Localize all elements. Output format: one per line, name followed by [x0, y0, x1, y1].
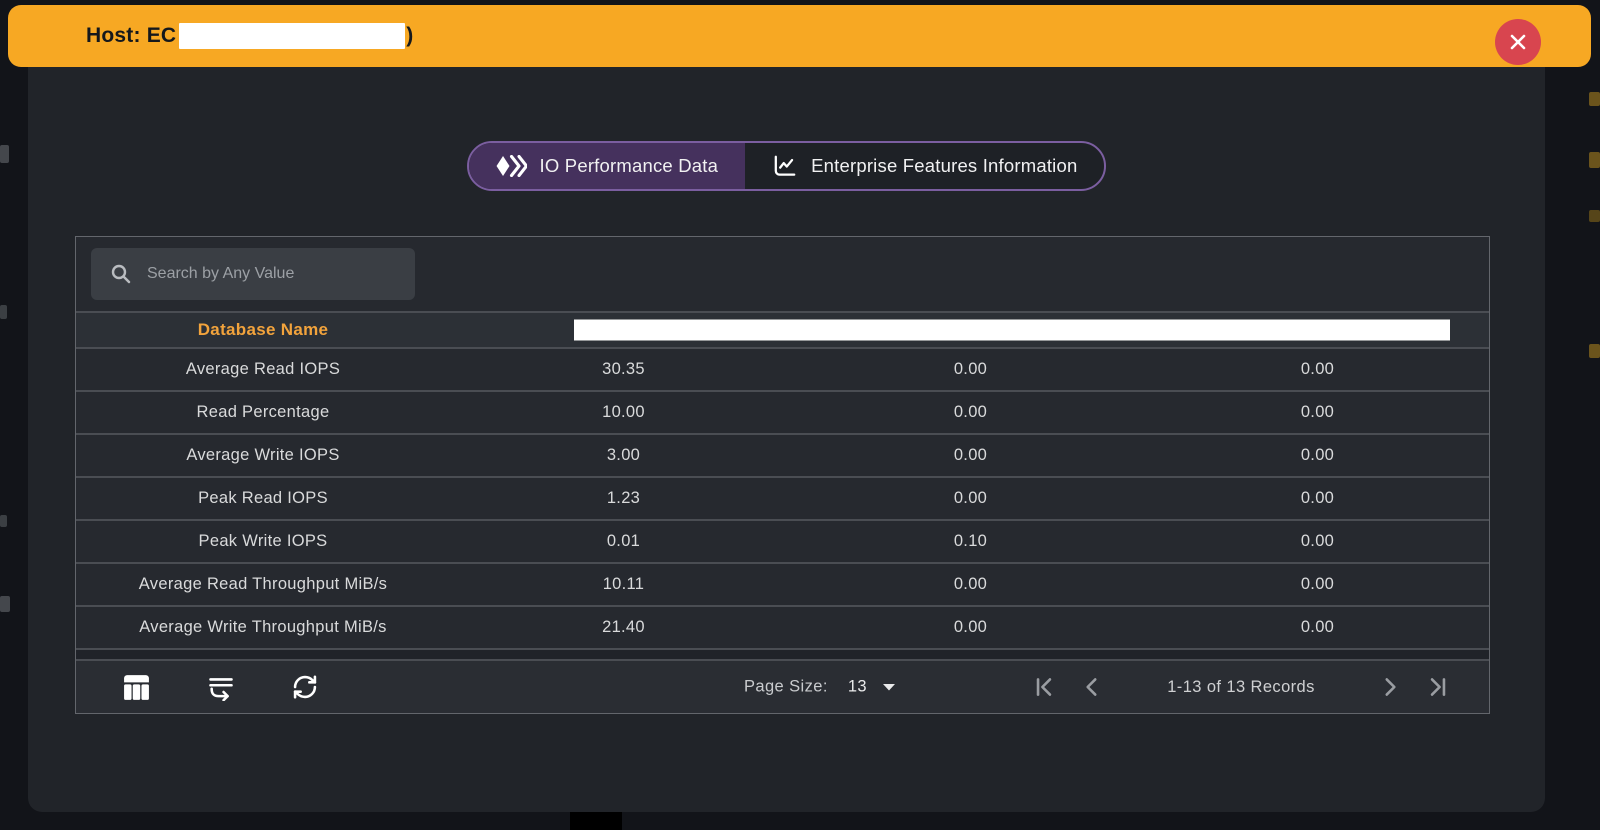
table-tools	[122, 673, 319, 701]
row-value: 0.01	[450, 532, 797, 551]
table-row: Peak Read IOPS 1.23 0.00 0.00	[76, 478, 1489, 521]
row-value: 21.40	[450, 618, 797, 637]
row-value: 10.11	[450, 575, 797, 594]
columns-button[interactable]	[122, 673, 151, 701]
modal-header: Host: EC )	[8, 5, 1591, 67]
row-value: 0.00	[797, 575, 1144, 594]
background-artifact	[1589, 210, 1600, 222]
records-range-text: 1-13 of 13 Records	[1157, 678, 1325, 697]
modal-title: Host: EC )	[86, 23, 413, 49]
row-value: 1.23	[450, 489, 797, 508]
row-value: 0.00	[1144, 403, 1491, 422]
table-row: Peak Write IOPS 0.01 0.10 0.00	[76, 521, 1489, 564]
row-label: Peak Read IOPS	[76, 489, 450, 508]
row-label: Read Percentage	[76, 403, 450, 422]
row-label: Average Read Throughput MiB/s	[76, 575, 450, 594]
column-header-database-name: Database Name	[76, 320, 450, 340]
row-value: 0.00	[1144, 532, 1491, 551]
first-page-icon	[1031, 674, 1057, 700]
modal-title-tail: )	[406, 24, 413, 48]
host-modal: IO Performance Data Enterprise Features …	[28, 67, 1545, 812]
tab-label: IO Performance Data	[540, 155, 719, 177]
row-label: Peak Write IOPS	[76, 532, 450, 551]
row-group-icon	[207, 673, 235, 701]
background-artifact	[0, 515, 7, 527]
tab-bar: IO Performance Data Enterprise Features …	[467, 141, 1107, 191]
table-row: Average Read Throughput MiB/s 10.11 0.00…	[76, 564, 1489, 607]
refresh-icon	[291, 673, 319, 701]
row-label: Average Read IOPS	[76, 360, 450, 379]
row-label: Average Write Throughput MiB/s	[76, 618, 450, 637]
refresh-button[interactable]	[291, 673, 319, 701]
line-chart-icon	[772, 153, 798, 179]
tab-label: Enterprise Features Information	[811, 155, 1077, 177]
close-icon	[1508, 32, 1528, 52]
background-artifact	[1589, 92, 1600, 106]
table-row: Average Write Throughput MiB/s 21.40 0.0…	[76, 607, 1489, 650]
row-value: 0.00	[797, 489, 1144, 508]
page-size-control: Page Size: 13	[744, 678, 896, 697]
row-value: 30.35	[450, 360, 797, 379]
pagination: 1-13 of 13 Records	[1031, 674, 1451, 700]
prev-page-button[interactable]	[1079, 674, 1105, 700]
last-page-icon	[1425, 674, 1451, 700]
background-artifact	[1589, 152, 1600, 168]
tab-io-performance-data[interactable]: IO Performance Data	[469, 143, 746, 189]
background-artifact	[0, 596, 10, 612]
row-value: 3.00	[450, 446, 797, 465]
search-box[interactable]	[91, 248, 415, 300]
next-page-button[interactable]	[1377, 674, 1403, 700]
caret-down-icon[interactable]	[882, 683, 896, 692]
page-size-label: Page Size:	[744, 678, 828, 697]
last-page-button[interactable]	[1425, 674, 1451, 700]
table-header-row: Database Name	[76, 311, 1489, 349]
table-footer: Page Size: 13	[76, 661, 1489, 713]
background-artifact	[1589, 344, 1600, 358]
background-artifact	[0, 145, 9, 163]
tab-enterprise-features-information[interactable]: Enterprise Features Information	[745, 143, 1104, 189]
search-input[interactable]	[145, 264, 399, 284]
row-value: 0.00	[1144, 618, 1491, 637]
data-table-panel: Database Name Average Read IOPS 30.35 0.…	[75, 236, 1490, 714]
close-button[interactable]	[1495, 19, 1541, 65]
speed-diamond-icon	[496, 155, 527, 177]
table-row: Average Write IOPS 3.00 0.00 0.00	[76, 435, 1489, 478]
row-value: 0.00	[797, 618, 1144, 637]
first-page-button[interactable]	[1031, 674, 1057, 700]
row-value: 0.10	[797, 532, 1144, 551]
row-label: Average Write IOPS	[76, 446, 450, 465]
screen: IO Performance Data Enterprise Features …	[0, 0, 1600, 830]
row-value: 0.00	[797, 403, 1144, 422]
modal-title-text: Host: EC	[86, 24, 176, 48]
row-value: 0.00	[1144, 360, 1491, 379]
redaction-box	[574, 320, 1450, 341]
row-value: 0.00	[797, 446, 1144, 465]
table-row: Average Read IOPS 30.35 0.00 0.00	[76, 349, 1489, 392]
search-row	[76, 237, 1489, 311]
row-group-button[interactable]	[207, 673, 235, 701]
prev-page-icon	[1079, 674, 1105, 700]
table-footer-divider	[76, 650, 1489, 661]
row-value: 10.00	[450, 403, 797, 422]
row-value: 0.00	[1144, 489, 1491, 508]
background-artifact	[0, 305, 7, 319]
row-value: 0.00	[1144, 575, 1491, 594]
background-artifact	[570, 812, 622, 830]
columns-icon	[122, 674, 151, 701]
search-icon	[109, 262, 133, 286]
row-value: 0.00	[1144, 446, 1491, 465]
page-size-value[interactable]: 13	[848, 678, 867, 697]
table-row: Read Percentage 10.00 0.00 0.00	[76, 392, 1489, 435]
next-page-icon	[1377, 674, 1403, 700]
row-value: 0.00	[797, 360, 1144, 379]
redaction-box	[179, 23, 405, 49]
